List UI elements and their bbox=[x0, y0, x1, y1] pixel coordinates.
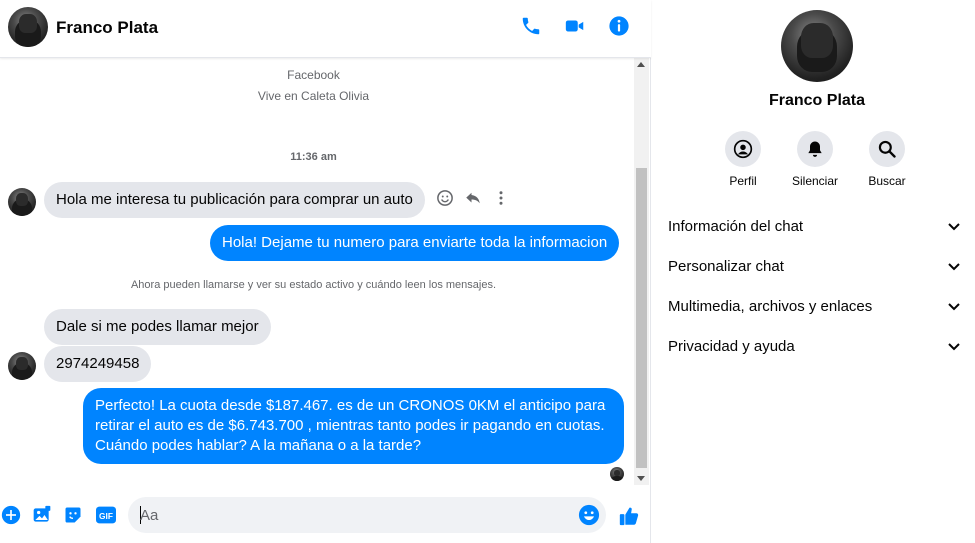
contact-source: Facebook bbox=[287, 68, 340, 82]
info-contact-name: Franco Plata bbox=[768, 92, 866, 109]
section-label: Personalizar chat bbox=[668, 258, 784, 275]
messenger-window: Franco Plata Facebook Vive en Caleta Oli… bbox=[0, 0, 975, 543]
scrollbar-thumb[interactable] bbox=[636, 168, 647, 468]
section-media-files-links[interactable]: Multimedia, archivos y enlaces bbox=[668, 294, 968, 318]
section-privacy-help[interactable]: Privacidad y ayuda bbox=[668, 334, 968, 358]
emoji-icon[interactable] bbox=[578, 504, 600, 526]
bell-icon bbox=[797, 131, 833, 167]
react-emoji-icon[interactable] bbox=[435, 188, 455, 208]
chevron-down-icon bbox=[948, 343, 960, 351]
search-icon bbox=[869, 131, 905, 167]
message-bubble-incoming[interactable]: Dale si me podes llamar mejor bbox=[44, 309, 271, 345]
sticker-icon[interactable] bbox=[62, 504, 84, 526]
contact-name[interactable]: Franco Plata bbox=[56, 18, 158, 38]
message-input-container[interactable] bbox=[128, 497, 606, 533]
chat-pane: Franco Plata Facebook Vive en Caleta Oli… bbox=[0, 0, 651, 543]
chat-info-pane: Franco Plata Perfil Silenciar Buscar Inf… bbox=[652, 0, 975, 543]
profile-label: Perfil bbox=[729, 174, 757, 188]
message-timestamp: 11:36 am bbox=[290, 151, 337, 163]
section-label: Privacidad y ayuda bbox=[668, 338, 795, 355]
sender-avatar[interactable] bbox=[8, 352, 36, 380]
reply-icon[interactable] bbox=[463, 188, 483, 208]
gif-label: GIF bbox=[99, 511, 113, 521]
profile-icon bbox=[725, 131, 761, 167]
contact-profile-avatar[interactable] bbox=[781, 10, 853, 82]
search-button[interactable]: Buscar bbox=[857, 131, 917, 188]
message-bubble-outgoing[interactable]: Perfecto! La cuota desde $187.467. es de… bbox=[83, 388, 624, 464]
search-label: Buscar bbox=[868, 174, 906, 188]
contact-avatar[interactable] bbox=[8, 7, 48, 47]
profile-button[interactable]: Perfil bbox=[713, 131, 773, 188]
plus-icon[interactable] bbox=[0, 504, 22, 526]
chevron-down-icon bbox=[948, 223, 960, 231]
chat-scrollbar[interactable] bbox=[634, 58, 649, 485]
info-icon[interactable] bbox=[607, 14, 631, 38]
mute-label: Silenciar bbox=[791, 174, 839, 188]
sender-avatar[interactable] bbox=[8, 188, 36, 216]
chat-header: Franco Plata bbox=[0, 0, 651, 58]
chevron-down-icon bbox=[948, 303, 960, 311]
photo-icon[interactable] bbox=[31, 504, 53, 526]
chevron-down-icon bbox=[948, 263, 960, 271]
message-bubble-outgoing[interactable]: Hola! Dejame tu numero para enviarte tod… bbox=[210, 225, 620, 261]
section-label: Multimedia, archivos y enlaces bbox=[668, 298, 873, 315]
section-label: Información del chat bbox=[668, 218, 804, 235]
section-chat-info[interactable]: Información del chat bbox=[668, 214, 968, 238]
message-input[interactable] bbox=[140, 497, 560, 533]
like-icon[interactable] bbox=[617, 504, 641, 528]
gif-icon[interactable]: GIF bbox=[94, 504, 118, 526]
activity-notice: Ahora pueden llamarse y ver su estado ac… bbox=[130, 279, 497, 291]
scroll-down-icon[interactable] bbox=[637, 476, 645, 481]
scroll-up-icon[interactable] bbox=[637, 62, 645, 67]
message-bubble-incoming[interactable]: 2974249458 bbox=[44, 346, 152, 382]
phone-icon[interactable] bbox=[519, 14, 543, 38]
video-call-icon[interactable] bbox=[563, 14, 587, 38]
seen-indicator-avatar bbox=[610, 467, 624, 481]
more-options-icon[interactable] bbox=[491, 188, 511, 208]
message-bubble-incoming[interactable]: Hola me interesa tu publicación para com… bbox=[44, 182, 425, 218]
contact-location: Vive en Caleta Olivia bbox=[257, 89, 370, 103]
section-customize-chat[interactable]: Personalizar chat bbox=[668, 254, 968, 278]
mute-button[interactable]: Silenciar bbox=[785, 131, 845, 188]
